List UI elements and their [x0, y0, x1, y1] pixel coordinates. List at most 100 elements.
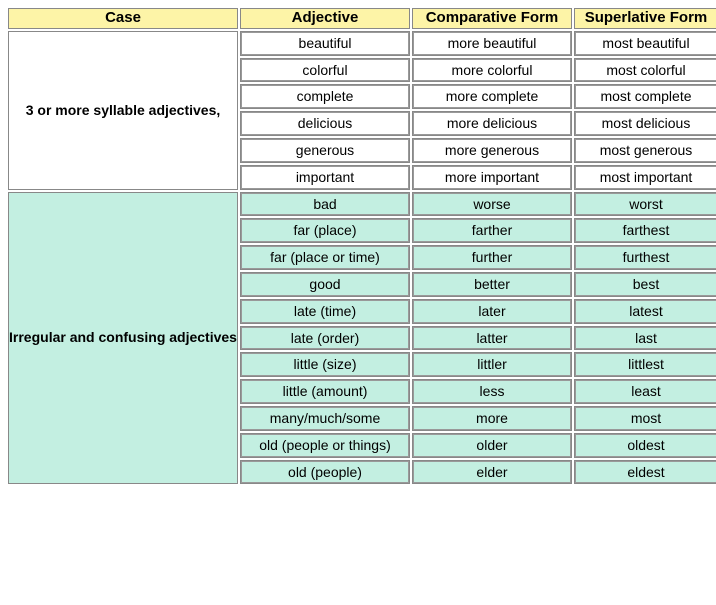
superlative-cell-value: farthest [575, 219, 716, 242]
comparative-cell: littler [412, 352, 572, 377]
adjective-cell-value: bad [241, 193, 409, 216]
comparative-cell: further [412, 245, 572, 270]
comparative-cell-value: more complete [413, 85, 571, 108]
header-adjective: Adjective [240, 8, 410, 29]
comparative-cell-value: further [413, 246, 571, 269]
comparative-cell: more [412, 406, 572, 431]
adjective-cell: generous [240, 138, 410, 163]
comparative-cell-value: littler [413, 353, 571, 376]
superlative-cell-value: least [575, 380, 716, 403]
adjective-cell: good [240, 272, 410, 297]
adjective-cell-value: important [241, 166, 409, 189]
superlative-cell-value: eldest [575, 461, 716, 484]
adjective-cell-value: late (time) [241, 300, 409, 323]
adjective-cell: old (people or things) [240, 433, 410, 458]
comparative-cell: worse [412, 192, 572, 217]
superlative-cell: furthest [574, 245, 716, 270]
adjective-cell-value: old (people or things) [241, 434, 409, 457]
comparative-cell-value: more generous [413, 139, 571, 162]
superlative-cell: eldest [574, 460, 716, 485]
adjective-cell: delicious [240, 111, 410, 136]
superlative-cell: last [574, 326, 716, 351]
comparative-cell-value: older [413, 434, 571, 457]
superlative-cell-value: best [575, 273, 716, 296]
superlative-cell-value: most important [575, 166, 716, 189]
adjective-cell: old (people) [240, 460, 410, 485]
comparative-cell-value: more [413, 407, 571, 430]
comparative-cell-value: more delicious [413, 112, 571, 135]
adjective-cell: colorful [240, 58, 410, 83]
adjective-cell: little (size) [240, 352, 410, 377]
superlative-cell-value: worst [575, 193, 716, 216]
comparative-cell: more generous [412, 138, 572, 163]
superlative-cell: most complete [574, 84, 716, 109]
superlative-cell: oldest [574, 433, 716, 458]
superlative-cell: farthest [574, 218, 716, 243]
superlative-cell: worst [574, 192, 716, 217]
comparative-cell: older [412, 433, 572, 458]
adjective-cell: important [240, 165, 410, 190]
table-row: Irregular and confusing adjectivesbadwor… [8, 192, 716, 217]
adjective-cell-value: delicious [241, 112, 409, 135]
table-row: 3 or more syllable adjectives,beautifulm… [8, 31, 716, 56]
superlative-cell-value: most beautiful [575, 32, 716, 55]
adjective-cell: late (time) [240, 299, 410, 324]
table-header-row: Case Adjective Comparative Form Superlat… [8, 8, 716, 29]
adjective-cell: far (place) [240, 218, 410, 243]
adjective-forms-table: Case Adjective Comparative Form Superlat… [6, 6, 716, 486]
superlative-cell-value: latest [575, 300, 716, 323]
adjective-cell: many/much/some [240, 406, 410, 431]
comparative-cell: later [412, 299, 572, 324]
adjective-cell-value: complete [241, 85, 409, 108]
comparative-cell-value: latter [413, 327, 571, 350]
adjective-cell-value: old (people) [241, 461, 409, 484]
comparative-cell: less [412, 379, 572, 404]
comparative-cell: latter [412, 326, 572, 351]
adjective-cell-value: little (amount) [241, 380, 409, 403]
superlative-cell: most important [574, 165, 716, 190]
comparative-cell-value: more important [413, 166, 571, 189]
comparative-cell-value: later [413, 300, 571, 323]
adjective-cell-value: generous [241, 139, 409, 162]
superlative-cell: most beautiful [574, 31, 716, 56]
case-cell: 3 or more syllable adjectives, [8, 31, 238, 190]
adjective-cell: bad [240, 192, 410, 217]
comparative-cell: farther [412, 218, 572, 243]
comparative-cell-value: better [413, 273, 571, 296]
comparative-cell-value: elder [413, 461, 571, 484]
adjective-cell: complete [240, 84, 410, 109]
adjective-cell: far (place or time) [240, 245, 410, 270]
header-case: Case [8, 8, 238, 29]
superlative-cell-value: most generous [575, 139, 716, 162]
superlative-cell-value: most [575, 407, 716, 430]
comparative-cell: elder [412, 460, 572, 485]
case-cell: Irregular and confusing adjectives [8, 192, 238, 485]
comparative-cell: more complete [412, 84, 572, 109]
adjective-cell-value: far (place) [241, 219, 409, 242]
adjective-cell-value: far (place or time) [241, 246, 409, 269]
superlative-cell-value: furthest [575, 246, 716, 269]
superlative-cell-value: most colorful [575, 59, 716, 82]
comparative-cell: more important [412, 165, 572, 190]
comparative-cell: more beautiful [412, 31, 572, 56]
superlative-cell: latest [574, 299, 716, 324]
comparative-cell-value: more colorful [413, 59, 571, 82]
header-superlative: Superlative Form [574, 8, 716, 29]
superlative-cell: most [574, 406, 716, 431]
comparative-cell: more colorful [412, 58, 572, 83]
header-comparative: Comparative Form [412, 8, 572, 29]
adjective-cell-value: many/much/some [241, 407, 409, 430]
adjective-cell-value: little (size) [241, 353, 409, 376]
superlative-cell-value: oldest [575, 434, 716, 457]
superlative-cell-value: littlest [575, 353, 716, 376]
comparative-cell-value: worse [413, 193, 571, 216]
superlative-cell: least [574, 379, 716, 404]
superlative-cell: most generous [574, 138, 716, 163]
adjective-cell-value: good [241, 273, 409, 296]
adjective-cell-value: colorful [241, 59, 409, 82]
superlative-cell: littlest [574, 352, 716, 377]
superlative-cell-value: most complete [575, 85, 716, 108]
superlative-cell-value: last [575, 327, 716, 350]
superlative-cell: most delicious [574, 111, 716, 136]
comparative-cell-value: farther [413, 219, 571, 242]
